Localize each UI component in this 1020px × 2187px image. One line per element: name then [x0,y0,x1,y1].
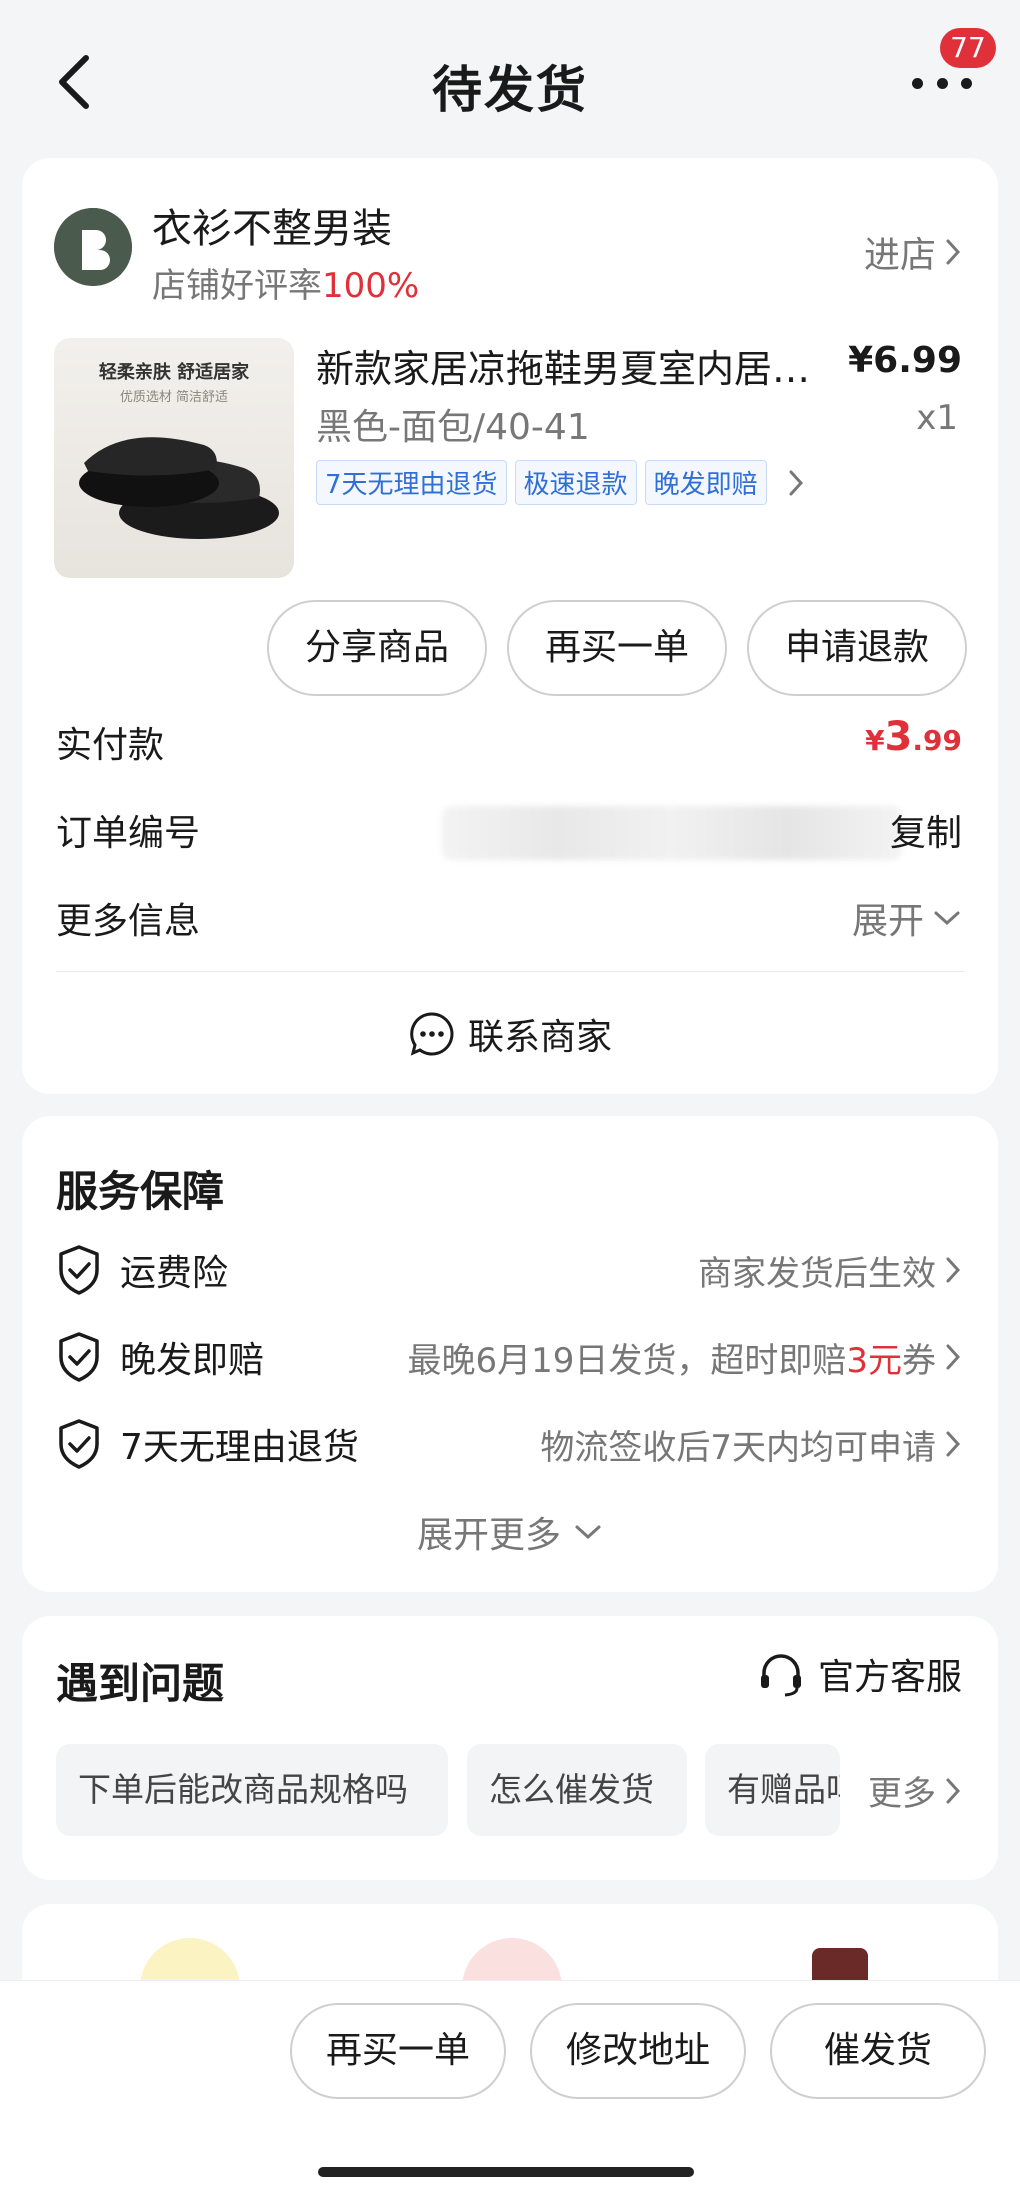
shop-rating-label: 店铺好评率 [152,266,322,306]
headset-icon [760,1654,801,1697]
rebuy-bottom-button[interactable]: 再买一单 [290,2003,506,2099]
tag-fast-refund: 极速退款 [514,460,637,505]
contact-merchant-button[interactable]: 联系商家 [22,1008,998,1060]
faq-chip[interactable]: 有赠品吗 [705,1744,840,1836]
service-desc-text: 商家发货后生效 [698,1253,936,1294]
shop-rating: 店铺好评率100% [152,258,419,307]
home-indicator[interactable] [318,2167,694,2177]
shop-rating-value: 100% [322,266,420,306]
chevron-down-icon [934,911,960,926]
enter-shop-label: 进店 [863,235,936,276]
rebuy-button[interactable]: 再买一单 [507,600,727,696]
service-name: 7天无理由退货 [120,1427,359,1468]
service-row-7day-return[interactable]: 7天无理由退货 物流签收后7天内均可申请 [56,1414,962,1474]
shop-name[interactable]: 衣衫不整男装 [152,196,392,254]
service-desc: 商家发货后生效 [698,1246,962,1295]
help-card: 遇到问题 官方客服 下单后能改商品规格吗 怎么催发货 有赠品吗 更多 [22,1616,998,1880]
official-customer-service-button[interactable]: 官方客服 [756,1648,962,1700]
tag-7day-return: 7天无理由退货 [316,460,507,505]
shield-check-icon [59,1245,99,1295]
paid-decimal: .99 [912,724,962,757]
shield-check-icon [59,1419,99,1469]
faq-chip[interactable]: 怎么催发货 [467,1744,687,1836]
shop-logo-icon [54,208,132,286]
enter-shop-link[interactable]: 进店 [864,226,962,278]
expand-more-services-button[interactable]: 展开更多 [22,1506,998,1558]
more-info-label: 更多信息 [56,901,201,942]
service-desc: 最晚6月19日发货，超时即赔3元券 [407,1333,962,1382]
top-navigation-bar: 待发货 77 [0,0,1020,160]
expand-more-label: 展开更多 [416,1515,561,1556]
order-number-blurred [442,806,902,860]
share-product-button[interactable]: 分享商品 [267,600,487,696]
service-name: 运费险 [120,1253,229,1294]
faq-more-label: 更多 [868,1774,936,1814]
product-variant: 黑色-面包/40-41 [316,407,590,448]
chevron-right-icon [946,1257,961,1283]
service-guarantee-card: 服务保障 运费险 商家发货后生效 晚发即赔 最晚6月19日发货，超时即赔3元券 … [22,1116,998,1592]
change-address-button[interactable]: 修改地址 [530,2003,746,2099]
order-card: 衣衫不整男装 店铺好评率100% 进店 轻柔亲肤 舒适居家 优质选材 简洁舒适 … [22,158,998,1094]
page-title: 待发货 [432,61,588,119]
chevron-right-icon [946,1344,961,1370]
chevron-right-icon [946,1431,961,1457]
help-section-title: 遇到问题 [56,1659,225,1708]
urge-shipping-button[interactable]: 催发货 [770,2003,986,2099]
paid-amount-label: 实付款 [56,725,165,766]
service-section-title: 服务保障 [56,1167,225,1216]
slipper-illustration [79,437,279,539]
cs-label: 官方客服 [817,1657,962,1698]
paid-integer: 3 [884,714,913,760]
chevron-down-icon [575,1525,601,1540]
notification-badge: 77 [940,28,996,68]
faq-chip[interactable]: 下单后能改商品规格吗 [56,1744,448,1836]
paid-amount-value: ¥3.99 [865,714,962,760]
divider [56,971,964,972]
product-price: ¥6.99 [848,340,962,381]
chevron-right-icon [946,1778,961,1803]
service-tags[interactable]: 7天无理由退货 极速退款 晚发即赔 [316,460,805,505]
chat-bubble-icon [410,1012,454,1056]
service-name: 晚发即赔 [120,1340,265,1381]
chevron-right-icon [789,470,803,495]
shield-check-icon [59,1332,99,1382]
product-image[interactable]: 轻柔亲肤 舒适居家 优质选材 简洁舒适 [54,338,294,578]
service-row-late-compensation[interactable]: 晚发即赔 最晚6月19日发货，超时即赔3元券 [56,1327,962,1387]
copy-order-number-button[interactable]: 复制 [890,804,962,856]
more-dot-icon [912,77,923,89]
faq-more-button[interactable]: 更多 [846,1766,962,1815]
more-dot-icon [961,77,972,89]
expand-label: 展开 [851,901,924,942]
compensation-amount: 3元 [846,1340,902,1381]
more-dot-icon [936,77,948,89]
request-refund-button[interactable]: 申请退款 [747,600,967,696]
product-quantity: x1 [916,398,958,438]
order-number-label: 订单编号 [56,813,201,854]
service-desc-text: 最晚6月19日发货，超时即赔 [407,1340,847,1381]
more-options-button[interactable] [912,68,972,98]
product-title[interactable]: 新款家居凉拖鞋男夏室内居家防滑拖鞋 [316,338,836,393]
expand-more-info-button[interactable]: 展开 [852,892,962,944]
chevron-right-icon [946,239,961,265]
tag-late-compensation: 晚发即赔 [644,460,767,505]
service-row-shipping-insurance[interactable]: 运费险 商家发货后生效 [56,1240,962,1300]
contact-merchant-label: 联系商家 [467,1017,612,1058]
bottom-action-bar: 再买一单 修改地址 催发货 [0,1980,1020,2187]
service-desc-suffix: 券 [902,1340,936,1381]
shop-logo[interactable] [54,208,132,286]
service-desc-text: 物流签收后7天内均可申请 [540,1427,936,1468]
service-desc: 物流签收后7天内均可申请 [540,1420,962,1469]
paid-currency: ¥ [865,724,885,757]
